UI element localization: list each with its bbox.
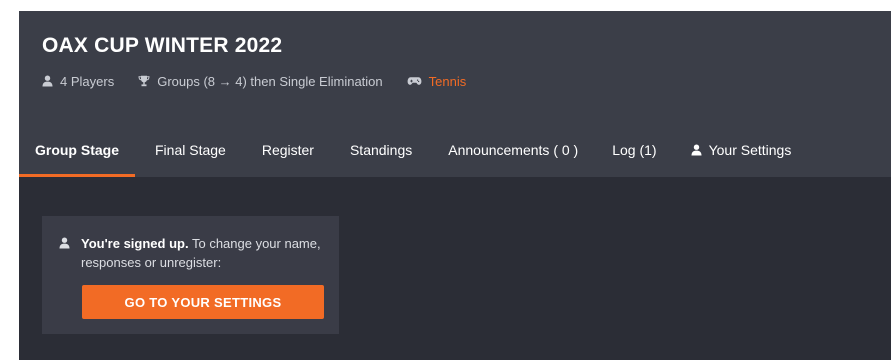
tab-label: Standings xyxy=(349,142,413,158)
tab-group-stage[interactable]: Group Stage xyxy=(19,123,135,177)
tournament-tabs: Group Stage Final Stage Register Standin… xyxy=(19,123,791,177)
tab-log[interactable]: Log (1) xyxy=(612,123,656,177)
signup-message: You're signed up. To change your name, r… xyxy=(81,234,321,272)
go-to-settings-button[interactable]: GO TO YOUR SETTINGS xyxy=(82,285,324,319)
player-count: 4 Players xyxy=(42,74,114,89)
user-icon xyxy=(59,236,70,254)
tab-register[interactable]: Register xyxy=(262,123,314,177)
player-count-label: 4 Players xyxy=(60,73,115,89)
tab-label: Group Stage xyxy=(34,142,119,158)
tab-label: Register xyxy=(261,142,314,158)
tournament-sport[interactable]: Tennis xyxy=(407,74,467,89)
gamepad-icon xyxy=(407,76,422,86)
tournament-format: Groups (8 → 4) then Single Elimination xyxy=(138,73,383,89)
tab-label: Announcements ( 0 ) xyxy=(448,142,579,158)
tournament-meta: 4 Players Groups (8 → 4) then Single Eli… xyxy=(42,72,466,90)
tab-label: Your Settings xyxy=(708,142,792,158)
tournament-page: OAX CUP WINTER 2022 4 Players Groups (8 … xyxy=(19,11,891,360)
tab-label: Final Stage xyxy=(155,142,226,158)
tab-label: Log (1) xyxy=(612,142,657,158)
tab-final-stage[interactable]: Final Stage xyxy=(155,123,226,177)
tab-announcements[interactable]: Announcements ( 0 ) xyxy=(448,123,578,177)
trophy-icon xyxy=(138,75,150,87)
tab-standings[interactable]: Standings xyxy=(350,123,412,177)
signup-notice: You're signed up. To change your name, r… xyxy=(42,216,339,334)
sport-link[interactable]: Tennis xyxy=(429,74,467,89)
tournament-title: OAX CUP WINTER 2022 xyxy=(42,34,283,57)
user-icon xyxy=(691,144,702,156)
signup-status: You're signed up. xyxy=(81,236,189,251)
tab-your-settings[interactable]: Your Settings xyxy=(691,123,792,177)
tournament-header: OAX CUP WINTER 2022 4 Players Groups (8 … xyxy=(19,11,891,177)
user-icon xyxy=(42,75,53,87)
tournament-format-label: Groups (8 → 4) then Single Elimination xyxy=(157,73,383,89)
